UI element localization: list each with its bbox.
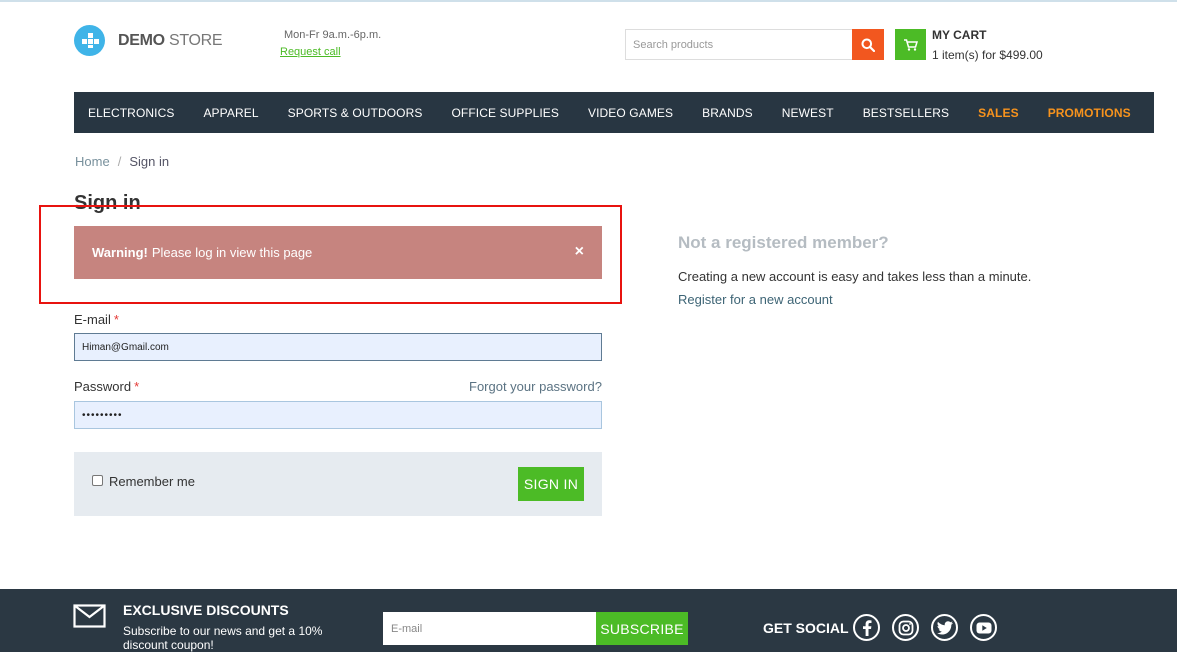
cart-title[interactable]: MY CART: [932, 28, 986, 42]
nav-item-apparel[interactable]: APPAREL: [203, 106, 258, 120]
store-logo[interactable]: DEMO STORE: [74, 25, 223, 56]
facebook-icon: [862, 619, 871, 636]
main-nav: ELECTRONICS APPAREL SPORTS & OUTDOORS OF…: [74, 92, 1154, 133]
twitter-icon: [936, 620, 953, 634]
nav-item-newest[interactable]: NEWEST: [782, 106, 834, 120]
social-title: GET SOCIAL: [763, 620, 849, 636]
required-mark: *: [113, 312, 119, 327]
cart-icon: [903, 38, 918, 51]
mail-icon: [73, 604, 106, 628]
footer-title: EXCLUSIVE DISCOUNTS: [123, 602, 289, 618]
youtube-link[interactable]: [970, 614, 997, 641]
highlight-box: [39, 205, 622, 304]
nav-item-bestsellers[interactable]: BESTSELLERS: [863, 106, 949, 120]
nav-item-brands[interactable]: BRANDS: [702, 106, 753, 120]
youtube-icon: [976, 622, 991, 633]
search-input[interactable]: [625, 29, 853, 60]
footer-subtitle: Subscribe to our news and get a 10% disc…: [123, 624, 323, 652]
logo-text: DEMO STORE: [118, 31, 223, 49]
top-border: [0, 0, 1177, 2]
facebook-link[interactable]: [853, 614, 880, 641]
register-heading: Not a registered member?: [678, 233, 889, 252]
instagram-link[interactable]: [892, 614, 919, 641]
remember-panel: Remember me SIGN IN: [74, 452, 602, 516]
footer: EXCLUSIVE DISCOUNTS Subscribe to our new…: [0, 589, 1177, 652]
required-mark: *: [134, 379, 140, 394]
newsletter-email-input[interactable]: [383, 612, 597, 645]
request-call-link[interactable]: Request call: [280, 46, 341, 58]
register-link[interactable]: Register for a new account: [678, 292, 833, 307]
nav-item-promotions[interactable]: PROMOTIONS: [1048, 106, 1131, 120]
email-label: E-mail *: [74, 312, 119, 327]
email-field[interactable]: [74, 333, 602, 361]
breadcrumb: Home / Sign in: [75, 154, 169, 169]
search-icon: [861, 38, 875, 52]
forgot-password-link[interactable]: Forgot your password?: [469, 379, 602, 394]
nav-item-video-games[interactable]: VIDEO GAMES: [588, 106, 673, 120]
search-button[interactable]: [852, 29, 884, 60]
business-hours: Mon-Fr 9a.m.-6p.m.: [284, 29, 382, 41]
breadcrumb-separator: /: [117, 154, 122, 169]
subscribe-button[interactable]: SUBSCRIBE: [596, 612, 688, 645]
breadcrumb-current: Sign in: [129, 154, 170, 169]
nav-item-electronics[interactable]: ELECTRONICS: [88, 106, 174, 120]
logo-icon: [74, 25, 105, 56]
password-field[interactable]: [74, 401, 602, 429]
nav-item-office-supplies[interactable]: OFFICE SUPPLIES: [451, 106, 559, 120]
sign-in-button[interactable]: SIGN IN: [518, 467, 584, 501]
remember-me-checkbox[interactable]: [92, 475, 103, 486]
nav-item-sports-outdoors[interactable]: SPORTS & OUTDOORS: [288, 106, 423, 120]
twitter-link[interactable]: [931, 614, 958, 641]
instagram-icon: [898, 620, 913, 635]
cart-summary: 1 item(s) for $499.00: [932, 48, 1043, 62]
nav-item-sales[interactable]: SALES: [978, 106, 1019, 120]
remember-me-label[interactable]: Remember me: [109, 474, 195, 489]
register-text: Creating a new account is easy and takes…: [678, 269, 1032, 284]
password-label: Password *: [74, 379, 140, 394]
breadcrumb-home[interactable]: Home: [75, 154, 110, 169]
cart-button[interactable]: [895, 29, 926, 60]
